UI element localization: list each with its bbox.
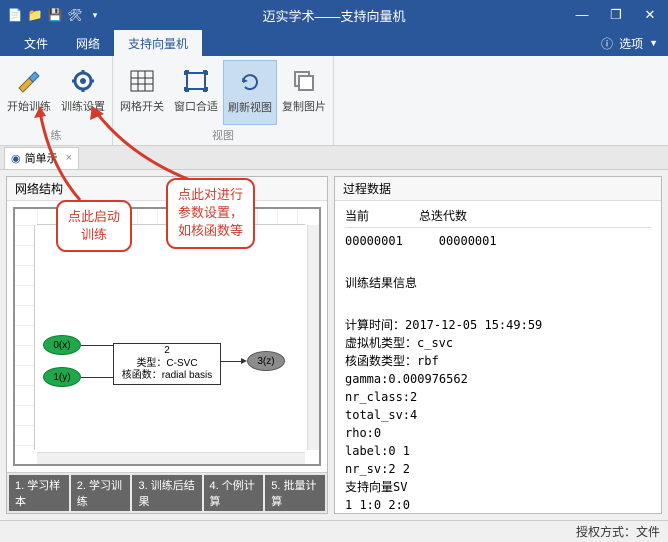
callout-arrow-1	[30, 106, 90, 206]
btab-results[interactable]: 3. 训练后结果	[132, 475, 201, 511]
open-icon[interactable]: 📁	[26, 6, 44, 24]
grid-icon	[126, 66, 158, 96]
edge-1-2	[81, 377, 113, 378]
options-menu[interactable]: 选项	[619, 35, 643, 52]
callout-train-settings: 点此对进行参数设置，如核函数等	[166, 178, 255, 249]
node-svc-num: 2	[118, 345, 216, 358]
btab-training[interactable]: 2. 学习训练	[71, 475, 131, 511]
btab-case[interactable]: 4. 个例计算	[204, 475, 264, 511]
node-svc-kernel: 核函数：radial basis	[118, 370, 216, 383]
val-current: 00000001	[345, 232, 403, 250]
edge-0-2	[81, 345, 113, 346]
menu-file[interactable]: 文件	[10, 30, 62, 56]
window-controls: — ❐ ✕	[570, 7, 662, 23]
callout-arrow-2	[90, 106, 200, 186]
quick-access-toolbar: 📄 📁 💾 🛠 ▾	[6, 6, 104, 24]
fit-icon	[180, 66, 212, 96]
brush-icon	[13, 66, 45, 96]
info-icon[interactable]: ⓘ	[601, 35, 613, 52]
scrollbar-vertical[interactable]	[307, 225, 319, 450]
result-line-8: nr_sv:2 2	[345, 460, 651, 478]
options-dropdown-icon[interactable]: ▼	[649, 38, 658, 48]
tools-icon[interactable]: 🛠	[66, 6, 84, 24]
titlebar: 📄 📁 💾 🛠 ▾ 迈实学术——支持向量机 — ❐ ✕	[0, 0, 668, 30]
process-data-body[interactable]: 当前 总迭代数 00000001 00000001 训练结果信息 计算时间：2017-…	[335, 201, 661, 513]
new-icon[interactable]: 📄	[6, 6, 24, 24]
result-line-5: total_sv:4	[345, 406, 651, 424]
result-line-0: 计算时间：2017-12-05 15:49:59	[345, 316, 651, 334]
close-button[interactable]: ✕	[638, 7, 662, 23]
arrow-2-3	[241, 358, 247, 364]
node-input-1[interactable]: 1(y)	[43, 367, 81, 387]
cube-icon: ◉	[11, 152, 21, 165]
gear-icon	[67, 66, 99, 96]
copy-image-label: 复制图片	[282, 98, 326, 114]
menu-network[interactable]: 网络	[62, 30, 114, 56]
result-info-title: 训练结果信息	[345, 274, 651, 292]
result-line-9: 支持向量SV	[345, 478, 651, 496]
menubar: 文件 网络 支持向量机 ⓘ 选项 ▼	[0, 30, 668, 56]
callout-start-train: 点此启动训练	[56, 200, 132, 252]
result-line-4: nr_class:2	[345, 388, 651, 406]
refresh-view-label: 刷新视图	[228, 99, 272, 115]
node-svc-box[interactable]: 2 类型：C-SVC 核函数：radial basis	[113, 343, 221, 385]
result-line-1: 虚拟机类型：c_svc	[345, 334, 651, 352]
maximize-button[interactable]: ❐	[604, 7, 628, 23]
process-data-pane: 过程数据 当前 总迭代数 00000001 00000001 训练结果信息 计算时间：…	[334, 176, 662, 514]
statusbar: 授权方式：文件	[0, 520, 668, 542]
result-line-7: label:0 1	[345, 442, 651, 460]
node-output[interactable]: 3(z)	[247, 351, 285, 371]
refresh-view-button[interactable]: 刷新视图	[223, 60, 277, 125]
status-text: 授权方式：文件	[576, 523, 660, 540]
col-current: 当前	[345, 207, 369, 225]
result-line-6: rho:0	[345, 424, 651, 442]
copy-image-button[interactable]: 复制图片	[277, 60, 331, 125]
btab-samples[interactable]: 1. 学习样本	[9, 475, 69, 511]
val-total: 00000001	[439, 232, 497, 250]
result-line-10: 1 1:0 2:0	[345, 496, 651, 513]
minimize-button[interactable]: —	[570, 7, 594, 23]
node-input-0[interactable]: 0(x)	[43, 335, 81, 355]
qat-dropdown-icon[interactable]: ▾	[86, 6, 104, 24]
bottom-tabs: 1. 学习样本 2. 学习训练 3. 训练后结果 4. 个例计算 5. 批量计算	[7, 472, 327, 513]
result-line-2: 核函数类型：rbf	[345, 352, 651, 370]
ruler-vertical	[15, 225, 35, 450]
scrollbar-horizontal[interactable]	[37, 452, 305, 464]
menu-svm[interactable]: 支持向量机	[114, 30, 202, 56]
diagram-canvas[interactable]: 0(x) 1(y) 2 类型：C-SVC 核函数：radial basis 3(…	[37, 227, 305, 450]
col-total: 总迭代数	[419, 207, 467, 225]
btab-batch[interactable]: 5. 批量计算	[265, 475, 325, 511]
refresh-icon	[234, 67, 266, 97]
edge-2-3	[221, 361, 243, 362]
save-icon[interactable]: 💾	[46, 6, 64, 24]
result-line-3: gamma:0.000976562	[345, 370, 651, 388]
copy-icon	[288, 66, 320, 96]
process-data-title: 过程数据	[335, 177, 661, 201]
node-svc-type: 类型：C-SVC	[118, 358, 216, 371]
